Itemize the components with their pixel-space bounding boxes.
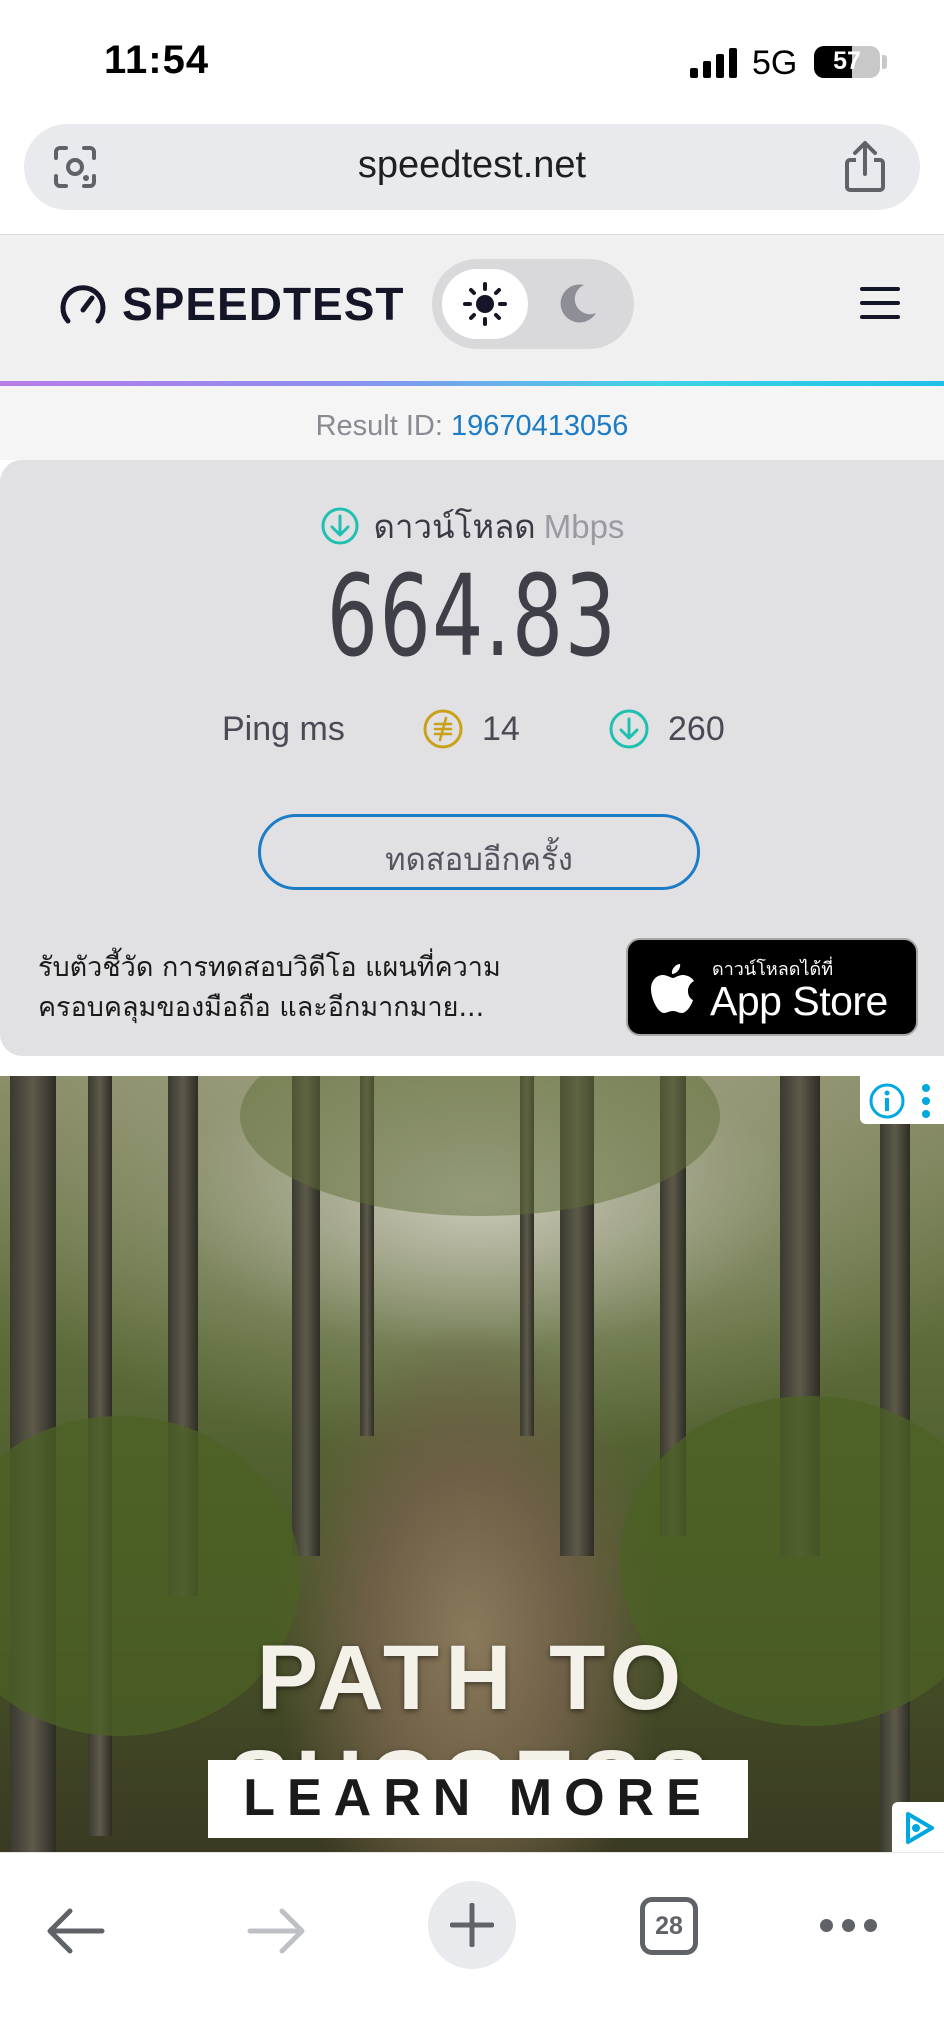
advertisement-banner[interactable]: PATH TO SUCCESS LEARN MORE [0, 1076, 944, 1852]
download-speed-value: 664.83 [326, 552, 618, 682]
info-icon[interactable] [868, 1082, 906, 1120]
forward-arrow-icon[interactable] [244, 1903, 308, 1959]
more-dots-icon[interactable] [820, 1919, 878, 1933]
promo-line-1: รับตัวชี้วัด การทดสอบวิดีโอ แผนที่ความ [38, 952, 501, 983]
ping-label: Ping ms [222, 710, 345, 749]
promo-line-2: ครอบคลุมของมือถือ และอีกมากมาย... [38, 992, 485, 1023]
apple-logo-icon [651, 964, 694, 1013]
site-header: SPEEDTEST [0, 234, 944, 382]
download-label: ดาวน์โหลด [373, 507, 536, 546]
network-type: 5G [752, 44, 798, 82]
speedtest-logo[interactable]: SPEEDTEST [122, 277, 405, 331]
results-card: ดาวน์โหลด Mbps 664.83 Ping ms 14 260 ทดสอ… [0, 460, 944, 1056]
download-ping-value: 260 [668, 710, 725, 748]
result-id-label: Result ID: [315, 410, 443, 442]
test-again-button[interactable]: ทดสอบอีกครั้ง [258, 814, 700, 890]
speedometer-gauge-icon [60, 285, 106, 324]
cellular-signal-icon [690, 48, 738, 78]
ping-label-text: Ping [222, 710, 291, 748]
back-arrow-icon[interactable] [44, 1903, 108, 1959]
ad-learn-more-button[interactable]: LEARN MORE [208, 1760, 748, 1838]
vertical-dots-icon[interactable] [920, 1082, 932, 1120]
hamburger-menu-icon[interactable] [860, 287, 900, 321]
browser-toolbar: 28 [0, 1852, 944, 2042]
plus-icon [450, 1903, 494, 1947]
url-text[interactable]: speedtest.net [24, 144, 920, 187]
tab-switcher-button[interactable]: 28 [640, 1897, 698, 1955]
badge-app-store-text: App Store [710, 978, 888, 1024]
battery-cap [882, 55, 887, 69]
download-ping-icon [609, 709, 649, 749]
moon-icon[interactable] [550, 277, 604, 331]
result-id-row: Result ID: 19670413056 [0, 386, 944, 460]
ping-row: Ping ms 14 260 [222, 708, 762, 758]
download-heading: ดาวน์โหลด Mbps [0, 500, 944, 553]
result-id-link[interactable]: 19670413056 [451, 410, 628, 442]
idle-ping-icon [423, 709, 463, 749]
idle-ping-value: 14 [482, 710, 520, 748]
status-bar: 11:54 5G 57 [0, 0, 944, 120]
ad-info-bar[interactable] [860, 1076, 944, 1124]
sun-icon [463, 282, 507, 326]
adchoices-icon[interactable] [892, 1802, 944, 1852]
battery-icon: 57 [814, 46, 880, 78]
new-tab-button[interactable] [428, 1881, 516, 1969]
address-bar[interactable]: speedtest.net [24, 124, 920, 210]
app-promo-text: รับตัวชี้วัด การทดสอบวิดีโอ แผนที่ความ ค… [38, 948, 578, 1028]
battery-percent: 57 [833, 47, 861, 75]
app-store-badge[interactable]: ดาวน์โหลดได้ที่ App Store [626, 938, 918, 1036]
status-time: 11:54 [104, 38, 210, 82]
theme-toggle[interactable] [432, 259, 634, 349]
download-arrow-icon [321, 507, 359, 545]
share-icon[interactable] [840, 140, 890, 194]
theme-light-option[interactable] [442, 269, 528, 339]
ping-unit: ms [299, 710, 345, 748]
download-unit: Mbps [543, 508, 625, 545]
